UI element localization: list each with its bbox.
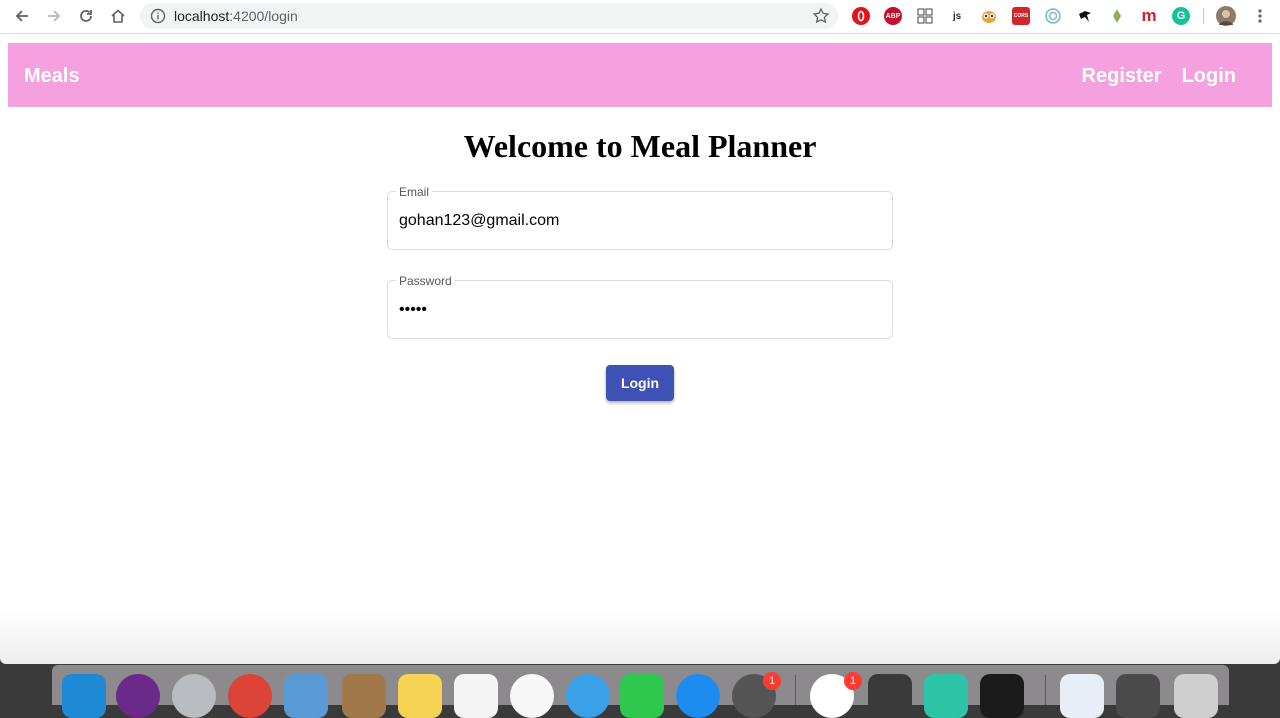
register-link[interactable]: Register [1082,64,1162,88]
browser-menu-button[interactable] [1248,5,1272,27]
adblock-plus-label: ABP [885,12,901,20]
login-button[interactable]: Login [606,365,674,401]
m-icon[interactable]: m [1140,6,1158,25]
bird-icon[interactable] [1076,7,1094,25]
page-bottom-shade [0,610,1280,664]
profile-avatar-icon[interactable] [1216,6,1236,26]
terminal-icon[interactable] [980,674,1024,718]
app-store-icon[interactable] [676,674,720,718]
dock-separator [795,675,796,705]
trash-icon[interactable] [1174,674,1218,718]
toolbar-separator [1203,8,1204,24]
back-button[interactable] [10,5,34,27]
contacts-icon[interactable] [342,674,386,718]
dock-separator-2 [1045,675,1046,705]
browser-window: localhost:4200/login ABP js CORS m G Mea… [0,0,1280,664]
password-field[interactable]: Password [387,274,893,339]
safari-icon[interactable] [566,674,610,718]
owl-icon[interactable] [980,7,998,25]
opera-vpn-icon[interactable] [852,7,870,25]
reload-icon [80,10,92,22]
mail-icon[interactable] [284,674,328,718]
slack-badge: 1 [844,672,862,690]
back-arrow-icon [15,10,28,22]
url-path: :4200/login [229,8,298,24]
js-icon[interactable]: js [948,7,966,25]
url-text: localhost:4200/login [174,8,298,24]
target-icon[interactable] [1044,7,1062,25]
photos-icon[interactable] [510,674,554,718]
forward-button[interactable] [42,5,66,27]
documents-folder-icon[interactable] [1060,674,1104,718]
grid-icon[interactable] [916,7,934,25]
home-button[interactable] [106,5,130,27]
brand-link[interactable]: Meals [24,64,80,88]
grammarly-label: G [1176,10,1186,22]
kebab-menu-icon [1258,9,1262,23]
downloads-folder-icon[interactable] [1116,674,1160,718]
macos-dock: 1 1 [52,665,1229,718]
chrome-icon[interactable] [228,674,272,718]
url-host: localhost [174,8,230,24]
grammarly-icon[interactable]: G [1172,7,1190,25]
cors-label: CORS [1013,13,1029,19]
forward-arrow-icon [48,10,61,22]
email-input[interactable] [399,210,879,232]
browser-toolbar: localhost:4200/login ABP js CORS m G [0,0,1280,34]
address-bar[interactable]: localhost:4200/login [140,3,838,29]
reminders-icon[interactable] [454,674,498,718]
bookmark-star-icon[interactable] [812,7,830,30]
page-title: Welcome to Meal Planner [463,128,817,164]
system-preferences-badge: 1 [763,672,781,690]
sublime-icon[interactable] [868,674,912,718]
info-icon[interactable] [150,8,166,29]
finder-icon[interactable] [62,674,106,718]
siri-icon[interactable] [116,674,160,718]
notes-icon[interactable] [398,674,442,718]
m-label: m [1141,6,1157,25]
webstorm-icon[interactable] [924,674,968,718]
password-label: Password [396,274,455,288]
email-label: Email [396,185,433,199]
cors-icon[interactable]: CORS [1012,7,1030,25]
password-input[interactable] [399,299,879,321]
login-link[interactable]: Login [1182,64,1236,88]
js-label: js [952,10,962,22]
launchpad-icon[interactable] [172,674,216,718]
adblock-plus-icon[interactable]: ABP [884,7,902,25]
reload-button[interactable] [74,5,98,27]
nav-links: Register Login [1082,64,1236,88]
home-icon [111,9,125,23]
email-field[interactable]: Email [387,185,893,250]
facetime-icon[interactable] [620,674,664,718]
app-navbar: Meals Register Login [8,43,1272,107]
leaf-icon[interactable] [1108,7,1126,25]
